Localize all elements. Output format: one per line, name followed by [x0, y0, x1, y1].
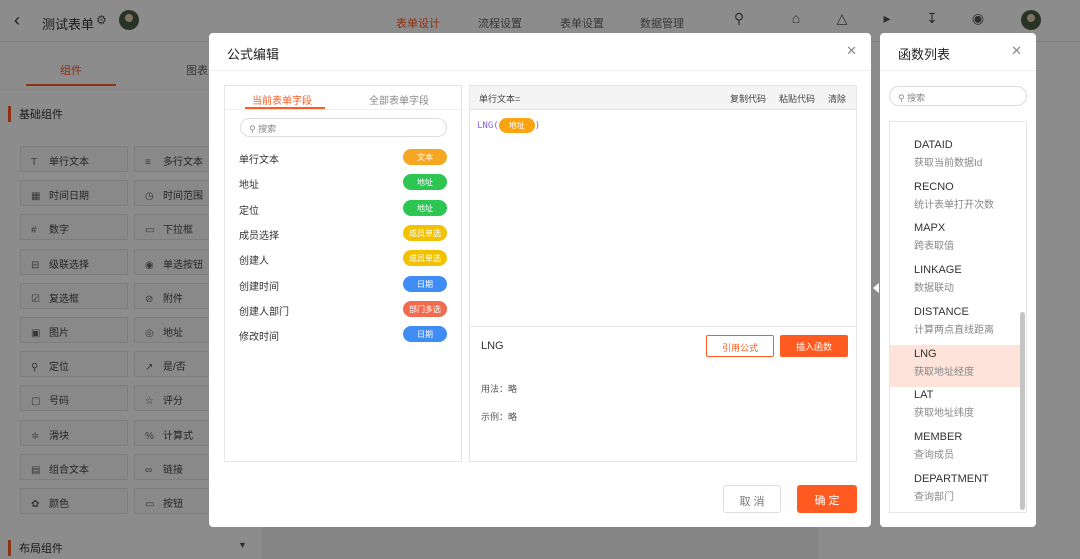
function-item-description: 查询成员 [914, 449, 954, 461]
function-item-name: LNG [914, 347, 937, 360]
function-item-description: 计算两点直线距离 [914, 324, 994, 336]
field-type-badge: 文本 [403, 149, 447, 165]
copy-code-button[interactable]: 复制代码 [730, 92, 766, 105]
field-row[interactable]: 修改时间 日期 [239, 325, 447, 343]
function-item-description: 获取当前数据Id [914, 158, 983, 169]
field-row[interactable]: 定位 地址 [239, 199, 447, 217]
formula-input[interactable]: LNG(地址) [477, 118, 540, 133]
function-item-description: 查询部门 [914, 491, 954, 503]
field-type-badge: 日期 [403, 275, 447, 292]
field-type-badge: 部门多选 [403, 300, 447, 317]
field-row[interactable]: 创建人 成员单选 [239, 249, 447, 267]
field-label: 地址 [239, 180, 259, 192]
paste-code-button[interactable]: 粘贴代码 [779, 92, 815, 105]
field-label: 成员选择 [239, 230, 279, 242]
function-item-name: DISTANCE [914, 305, 969, 318]
field-label: 修改时间 [239, 332, 279, 344]
function-item[interactable]: MAPX 跨表取值 [890, 219, 1020, 261]
function-item-description: 跨表取值 [914, 241, 954, 253]
field-row[interactable]: 创建时间 日期 [239, 275, 447, 293]
close-icon[interactable]: ✕ [1011, 43, 1022, 59]
function-search-input[interactable]: ⚲ 搜索 [889, 86, 1027, 106]
function-item-description: 统计表单打开次数 [914, 199, 994, 211]
formula-close: ) [534, 121, 541, 131]
function-item-description: 获取地址纬度 [914, 408, 974, 420]
function-item-name: DATAID [914, 139, 953, 151]
function-item-name: DEPARTMENT [914, 472, 989, 485]
function-item[interactable]: MEMBER 查询成员 [890, 428, 1020, 470]
search-icon: ⚲ [898, 93, 905, 103]
function-item-name: LAT [914, 389, 934, 402]
field-row[interactable]: 单行文本 文本 [239, 148, 447, 166]
field-type-badge: 成员单选 [403, 224, 447, 241]
function-list-panel: 函数列表 ✕ ⚲ 搜索 DEPARTMENT 查询部门 MEMBER 查询成员 LAT 获… [880, 33, 1036, 527]
tab-all-form-fields[interactable]: 全部表单字段 [369, 92, 429, 107]
function-item-name: RECNO [914, 180, 954, 193]
function-list: DEPARTMENT 查询部门 MEMBER 查询成员 LAT 获取地址纬度 LNG 获取地址… [889, 121, 1027, 513]
search-placeholder: 搜索 [907, 93, 926, 103]
divider [209, 70, 871, 71]
function-usage: 用法：略 [481, 384, 518, 394]
formula-editor: 单行文本= 复制代码 粘贴代码 清除 LNG(地址) LNG 引用公式 插入函数… [469, 85, 857, 462]
field-type-badge: 地址 [403, 199, 447, 216]
function-item[interactable]: LAT 获取地址纬度 [890, 386, 1020, 428]
function-example: 示例：略 [481, 412, 518, 422]
field-type-badge: 地址 [403, 174, 447, 191]
field-row[interactable]: 成员选择 成员单选 [239, 224, 447, 242]
field-label: 单行文本 [239, 155, 279, 166]
search-icon: ⚲ [249, 124, 256, 134]
function-item[interactable]: DISTANCE 计算两点直线距离 [890, 303, 1020, 345]
field-row[interactable]: 创建人部门 部门多选 [239, 300, 447, 318]
function-item[interactable]: LINKAGE 数据联动 [890, 261, 1020, 303]
scrollbar[interactable] [1020, 312, 1025, 510]
insert-function-button[interactable]: 插入函数 [780, 335, 848, 357]
function-item-description: 数据联动 [914, 283, 954, 295]
field-row[interactable]: 地址 地址 [239, 173, 447, 191]
function-item[interactable]: DATAID 获取当前数据Id [890, 136, 1020, 178]
popover-arrow [873, 283, 879, 293]
cite-formula-button[interactable]: 引用公式 [706, 335, 774, 357]
cancel-button[interactable]: 取 消 [723, 485, 781, 513]
confirm-button[interactable]: 确 定 [797, 485, 857, 513]
field-label: 创建人 [239, 256, 269, 268]
function-item-name: MEMBER [914, 430, 963, 443]
field-label: 创建人部门 [239, 306, 289, 318]
field-label: 定位 [239, 205, 259, 217]
function-item[interactable]: DEPARTMENT 查询部门 [890, 470, 1020, 512]
clear-button[interactable]: 清除 [828, 92, 846, 105]
function-item-name: LINKAGE [914, 264, 962, 277]
function-item[interactable]: LNG 获取地址经度 [890, 344, 1020, 387]
function-name: LNG [481, 340, 504, 352]
function-list-title: 函数列表 [898, 47, 951, 62]
function-item[interactable]: RECNO 统计表单打开次数 [890, 178, 1020, 220]
field-type-badge: 日期 [403, 326, 447, 343]
field-search-input[interactable]: ⚲ 搜索 [240, 118, 447, 137]
formula-editor-dialog: 公式编辑 ✕ 当前表单字段 全部表单字段 ⚲ 搜索 单行文本 文本 地址 地址 定位 地址… [209, 33, 871, 527]
formula-function: LNG( [477, 121, 499, 131]
divider [470, 326, 856, 327]
field-list-panel: 当前表单字段 全部表单字段 ⚲ 搜索 单行文本 文本 地址 地址 定位 地址 成员选择 成员单… [224, 85, 462, 462]
formula-field-chip[interactable]: 地址 [498, 118, 535, 133]
function-item-name: MAPX [914, 222, 946, 235]
divider [880, 70, 1036, 71]
field-label: 创建时间 [239, 281, 279, 293]
function-item-description: 获取地址经度 [914, 366, 974, 378]
editor-target-label: 单行文本= [479, 94, 521, 104]
close-icon[interactable]: ✕ [846, 43, 857, 59]
divider [225, 109, 461, 110]
editor-header: 单行文本= 复制代码 粘贴代码 清除 [470, 86, 856, 110]
field-type-badge: 成员单选 [403, 250, 447, 267]
tab-current-form-fields[interactable]: 当前表单字段 [252, 92, 312, 107]
search-placeholder: 搜索 [258, 124, 277, 134]
dialog-title: 公式编辑 [227, 47, 280, 62]
